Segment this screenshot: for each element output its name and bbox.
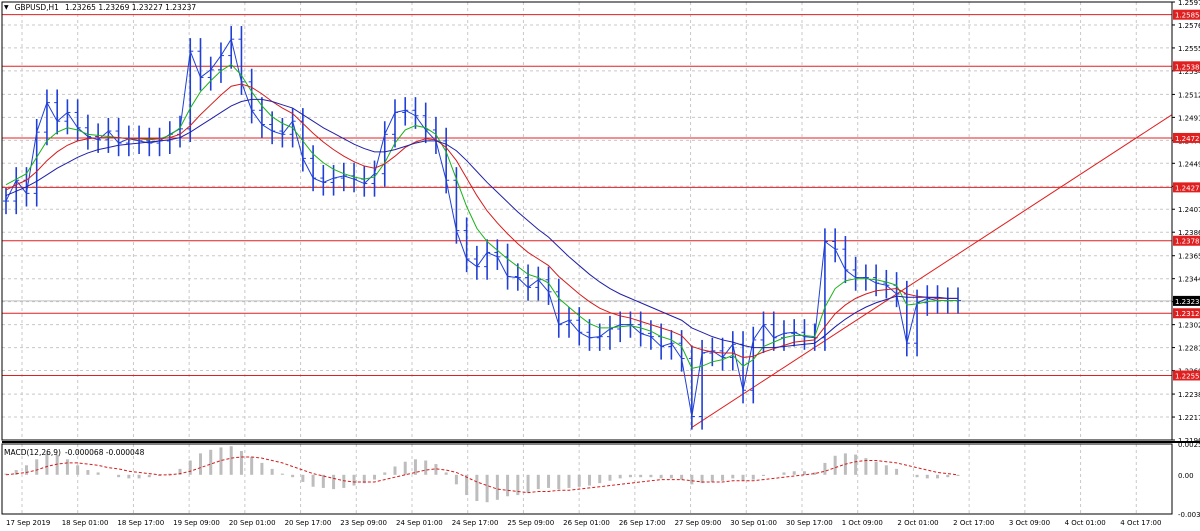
price-level-tag-label: 1.25854: [1175, 12, 1200, 20]
symbol-timeframe: GBPUSD,H1: [14, 3, 59, 12]
macd-label: MACD(12,26,9) -0.000068 -0.000048: [4, 448, 144, 457]
time-tick-label: 20 Sep 17:00: [285, 519, 332, 527]
time-tick-label: 1 Oct 09:00: [842, 519, 883, 527]
price-level-tag-label: 1.24727: [1175, 135, 1200, 143]
price-level-tag-label: 1.23124: [1175, 310, 1200, 318]
chart-window[interactable]: 1.259701.257601.255501.253401.251251.249…: [0, 0, 1200, 531]
time-tick-label: 4 Oct 17:00: [1120, 519, 1161, 527]
price-tick-label: 1.23650: [1178, 253, 1200, 261]
price-tick-label: 1.23440: [1178, 276, 1200, 284]
macd-values: -0.000068 -0.000048: [64, 448, 145, 457]
time-tick-label: 17 Sep 2019: [6, 519, 50, 527]
price-tick-label: 1.22385: [1178, 391, 1200, 399]
time-tick-label: 24 Sep 01:00: [396, 519, 443, 527]
time-tick-label: 25 Sep 09:00: [507, 519, 554, 527]
time-tick-label: 20 Sep 01:00: [229, 519, 276, 527]
macd-name: MACD(12,26,9): [4, 448, 61, 457]
price-tick-label: 1.24495: [1178, 160, 1200, 168]
price-tick-label: 1.23020: [1178, 322, 1200, 330]
price-tick-label: 1.25970: [1178, 0, 1200, 7]
time-tick-label: 24 Sep 17:00: [452, 519, 499, 527]
price-tick-label: 1.24915: [1178, 114, 1200, 122]
price-tick-label: 1.22810: [1178, 345, 1200, 353]
price-level-tag-label: 1.23787: [1175, 238, 1200, 246]
time-tick-label: 2 Oct 17:00: [953, 519, 994, 527]
symbol-ohlc-label: ▼ GBPUSD,H1 1.23265 1.23269 1.23227 1.23…: [4, 3, 196, 12]
price-chart-canvas[interactable]: 1.259701.257601.255501.253401.251251.249…: [0, 0, 1200, 531]
price-tick-label: 1.24075: [1178, 206, 1200, 214]
time-tick-label: 30 Sep 01:00: [730, 519, 777, 527]
time-tick-label: 26 Sep 17:00: [619, 519, 666, 527]
price-level-tag-label: 1.24275: [1175, 184, 1200, 192]
time-tick-label: 18 Sep 01:00: [62, 519, 109, 527]
price-level-tag-label: 1.25382: [1175, 63, 1200, 71]
time-axis: 17 Sep 2019 18 Sep 01:00 18 Sep 17:00 19 Se…: [6, 519, 1161, 527]
time-tick-label: 23 Sep 09:00: [340, 519, 387, 527]
time-tick-label: 4 Oct 01:00: [1065, 519, 1106, 527]
time-tick-label: 26 Sep 01:00: [563, 519, 610, 527]
time-tick-label: 3 Oct 09:00: [1009, 519, 1050, 527]
price-level-tag-label: 1.22555: [1175, 372, 1200, 380]
price-tick-label: 1.25550: [1178, 45, 1200, 53]
macd-tick-label: 0.00: [1178, 472, 1194, 480]
time-tick-label: 27 Sep 09:00: [675, 519, 722, 527]
time-tick-label: 19 Sep 09:00: [173, 519, 220, 527]
macd-tick-label: -0.00329: [1178, 511, 1200, 519]
collapse-triangle-icon[interactable]: ▼: [4, 4, 9, 11]
price-tick-label: 1.25760: [1178, 22, 1200, 30]
time-tick-label: 18 Sep 17:00: [117, 519, 164, 527]
price-tick-label: 1.22175: [1178, 414, 1200, 422]
current-price-tag-label: 1.23237: [1175, 298, 1200, 306]
time-tick-label: 30 Sep 17:00: [786, 519, 833, 527]
ohlc-values: 1.23265 1.23269 1.23227 1.23237: [64, 3, 197, 12]
price-tick-label: 1.25125: [1178, 91, 1200, 99]
time-tick-label: 2 Oct 01:00: [897, 519, 938, 527]
macd-tick-label: 0.002587: [1178, 441, 1200, 449]
